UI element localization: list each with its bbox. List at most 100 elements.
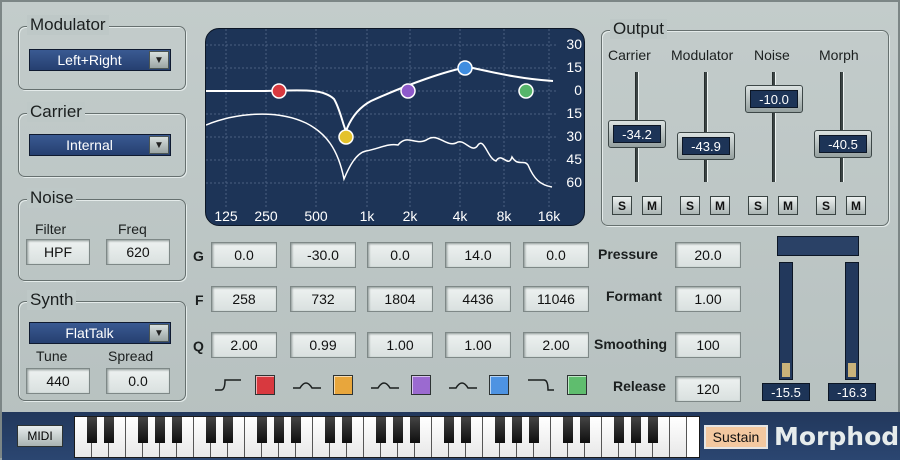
piano-black-key[interactable] [206, 417, 216, 443]
noise-fader[interactable]: -10.0 [745, 85, 803, 113]
piano-black-key[interactable] [325, 417, 335, 443]
band-5-gain-field[interactable]: 0.0 [523, 242, 589, 268]
band-3-freq-field[interactable]: 1804 [367, 286, 433, 312]
freq-tick-label: 16k [538, 208, 562, 224]
db-tick-label: 30 [566, 36, 582, 52]
piano-keyboard[interactable] [74, 416, 700, 458]
morph-fader-value: -40.5 [819, 135, 867, 153]
noise-solo-button[interactable]: S [748, 196, 768, 215]
synth-title: Synth [27, 290, 77, 310]
piano-black-key[interactable] [155, 417, 165, 443]
band-5-color-button[interactable] [567, 375, 587, 395]
midi-button[interactable]: MIDI [17, 425, 63, 447]
freq-tick-label: 250 [254, 208, 278, 224]
piano-black-key[interactable] [648, 417, 658, 443]
piano-black-key[interactable] [529, 417, 539, 443]
piano-black-key[interactable] [512, 417, 522, 443]
piano-black-key[interactable] [138, 417, 148, 443]
piano-black-key[interactable] [580, 417, 590, 443]
band-2-gain-field[interactable]: -30.0 [290, 242, 356, 268]
modulator-mute-button[interactable]: M [710, 196, 730, 215]
pressure-field[interactable]: 20.0 [675, 242, 741, 268]
synth-tune-field[interactable]: 440 [26, 368, 90, 394]
right-level-meter [845, 262, 859, 380]
band-4-q-field[interactable]: 1.00 [445, 332, 511, 358]
band-2-color-button[interactable] [333, 375, 353, 395]
band-3-gain-field[interactable]: 0.0 [367, 242, 433, 268]
noise-mute-button[interactable]: M [778, 196, 798, 215]
low-pass-shape-icon[interactable] [526, 374, 556, 396]
morph-solo-button[interactable]: S [816, 196, 836, 215]
smoothing-field[interactable]: 100 [675, 332, 741, 358]
piano-black-key[interactable] [495, 417, 505, 443]
synth-spread-field[interactable]: 0.0 [106, 368, 170, 394]
eq-curve-display[interactable]: 30 15 0 15 30 45 60 125 250 500 1k 2k 4k… [205, 28, 585, 226]
modulator-source-dropdown[interactable]: Left+Right ▼ [29, 49, 171, 71]
modulator-solo-button[interactable]: S [680, 196, 700, 215]
piano-black-key[interactable] [631, 417, 641, 443]
freq-tick-label: 4k [453, 208, 469, 224]
piano-black-key[interactable] [614, 417, 624, 443]
morph-mute-button[interactable]: M [846, 196, 866, 215]
piano-black-key[interactable] [376, 417, 386, 443]
right-level-meter-fill [848, 363, 856, 377]
band-3-q-field[interactable]: 1.00 [367, 332, 433, 358]
carrier-mute-button[interactable]: M [642, 196, 662, 215]
band-4-freq-field[interactable]: 4436 [445, 286, 511, 312]
carrier-solo-button[interactable]: S [612, 196, 632, 215]
peak-shape-icon[interactable] [292, 374, 322, 396]
peak-shape-icon[interactable] [448, 374, 478, 396]
carrier-source-dropdown[interactable]: Internal ▼ [29, 134, 171, 156]
synth-preset-dropdown[interactable]: FlatTalk ▼ [29, 322, 171, 344]
freq-tick-label: 1k [360, 208, 376, 224]
piano-black-key[interactable] [274, 417, 284, 443]
piano-white-key[interactable] [670, 417, 687, 457]
piano-black-key[interactable] [291, 417, 301, 443]
carrier-fader[interactable]: -34.2 [608, 120, 666, 148]
piano-black-key[interactable] [410, 417, 420, 443]
band-5-freq-field[interactable]: 11046 [523, 286, 589, 312]
band-4-gain-field[interactable]: 14.0 [445, 242, 511, 268]
piano-black-key[interactable] [342, 417, 352, 443]
left-meter-value: -15.5 [762, 383, 810, 401]
piano-black-key[interactable] [172, 417, 182, 443]
band-3-color-button[interactable] [411, 375, 431, 395]
band-4-handle[interactable] [457, 60, 473, 76]
band-4-color-button[interactable] [489, 375, 509, 395]
band-2-freq-field[interactable]: 732 [290, 286, 356, 312]
band-5-handle[interactable] [518, 83, 534, 99]
morph-fader[interactable]: -40.5 [814, 130, 872, 158]
band-1-q-field[interactable]: 2.00 [211, 332, 277, 358]
piano-black-key[interactable] [563, 417, 573, 443]
band-3-handle[interactable] [400, 83, 416, 99]
db-tick-label: 45 [566, 151, 582, 167]
piano-black-key[interactable] [223, 417, 233, 443]
noise-filter-field[interactable]: HPF [26, 239, 90, 265]
piano-black-key[interactable] [461, 417, 471, 443]
peak-shape-icon[interactable] [370, 374, 400, 396]
piano-black-key[interactable] [257, 417, 267, 443]
formant-field[interactable]: 1.00 [675, 286, 741, 312]
band-1-gain-field[interactable]: 0.0 [211, 242, 277, 268]
db-tick-label: 15 [566, 105, 582, 121]
noise-freq-field[interactable]: 620 [106, 239, 170, 265]
piano-black-key[interactable] [87, 417, 97, 443]
band-5-q-field[interactable]: 2.00 [523, 332, 589, 358]
band-2-handle[interactable] [338, 129, 354, 145]
sustain-button[interactable]: Sustain [704, 425, 768, 449]
piano-black-key[interactable] [104, 417, 114, 443]
release-field[interactable]: 120 [675, 376, 741, 402]
band-1-freq-field[interactable]: 258 [211, 286, 277, 312]
piano-black-key[interactable] [393, 417, 403, 443]
carrier-fader-value: -34.2 [613, 125, 661, 143]
modulator-channel-label: Modulator [671, 47, 734, 63]
high-pass-shape-icon[interactable] [213, 374, 243, 396]
piano-black-key[interactable] [444, 417, 454, 443]
band-1-handle[interactable] [271, 83, 287, 99]
band-2-q-field[interactable]: 0.99 [290, 332, 356, 358]
eq-response-curve [206, 65, 554, 134]
band-1-color-button[interactable] [255, 375, 275, 395]
pressure-label: Pressure [598, 246, 658, 262]
noise-title: Noise [27, 188, 77, 208]
modulator-fader[interactable]: -43.9 [677, 132, 735, 160]
